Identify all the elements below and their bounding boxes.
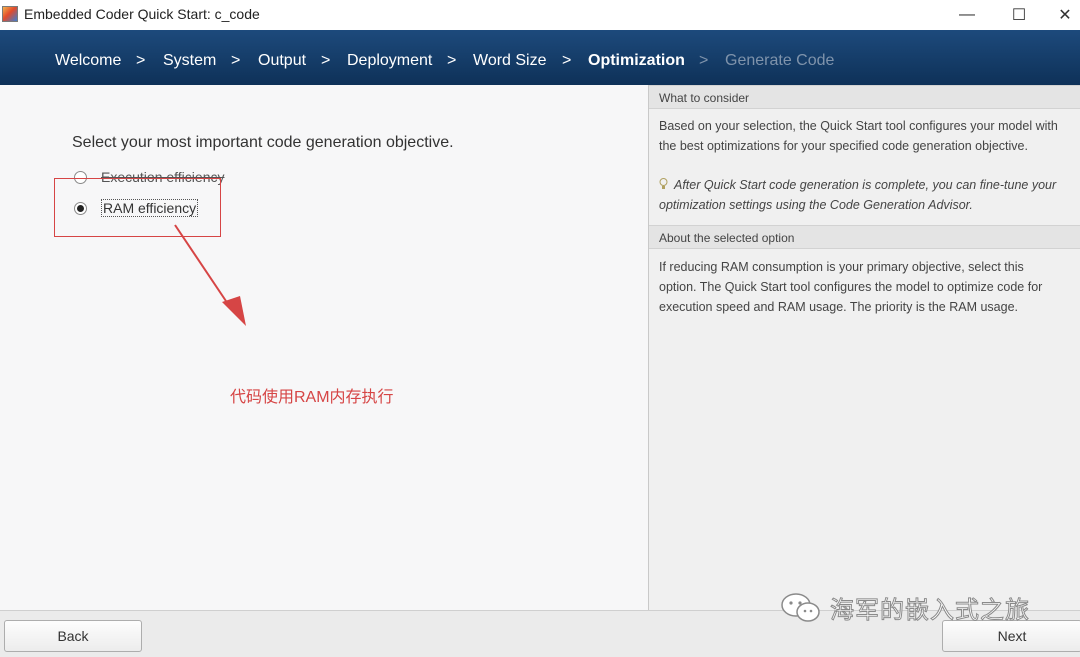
watermark-text: 海军的嵌入式之旅 [830,597,1030,625]
breadcrumb-separator: > [321,52,331,69]
title-bar: Embedded Coder Quick Start: c_code — ☐ ✕ [0,0,1080,30]
breadcrumb-optimization[interactable]: Optimization [588,52,685,70]
breadcrumb-system[interactable]: System [163,52,216,70]
about-text: If reducing RAM consumption is your prim… [659,260,1043,314]
breadcrumb-deployment[interactable]: Deployment [347,52,432,70]
breadcrumb-welcome[interactable]: Welcome [55,52,121,70]
options-pane: Select your most important code generati… [0,85,648,610]
back-button[interactable]: Back [4,620,142,652]
maximize-icon: ☐ [1011,7,1027,24]
app-icon [2,6,18,22]
tip-text: After Quick Start code generation is com… [659,178,1057,212]
consider-text: Based on your selection, the Quick Start… [659,119,1058,153]
breadcrumb-output[interactable]: Output [258,52,306,70]
wechat-icon [781,592,820,622]
watermark: 海军的嵌入式之旅 [780,590,1030,625]
breadcrumb-separator: > [562,52,572,69]
breadcrumb-generate-code: Generate Code [725,52,835,69]
annotation-text: 代码使用RAM内存执行 [230,389,394,406]
info-panel: What to consider Based on your selection… [649,85,1080,610]
close-button[interactable]: ✕ [1042,0,1080,30]
breadcrumb-word-size[interactable]: Word Size [473,52,547,70]
minimize-icon: — [959,6,975,23]
breadcrumb-separator: > [231,52,241,69]
maximize-button[interactable]: ☐ [996,0,1042,30]
lightbulb-icon [659,178,668,189]
window-title: Embedded Coder Quick Start: c_code [24,6,260,22]
annotation-arrow-icon [174,224,246,326]
breadcrumb-separator: > [136,52,146,69]
section-header-consider: What to consider [649,85,1080,109]
section-header-about: About the selected option [649,225,1080,249]
minimize-button[interactable]: — [944,0,990,30]
breadcrumb: Welcome > System > Output > Deployment >… [0,30,1080,85]
objective-prompt: Select your most important code generati… [72,134,454,151]
close-icon: ✕ [1058,7,1072,24]
breadcrumb-separator: > [447,52,457,69]
breadcrumb-separator: > [699,52,709,69]
